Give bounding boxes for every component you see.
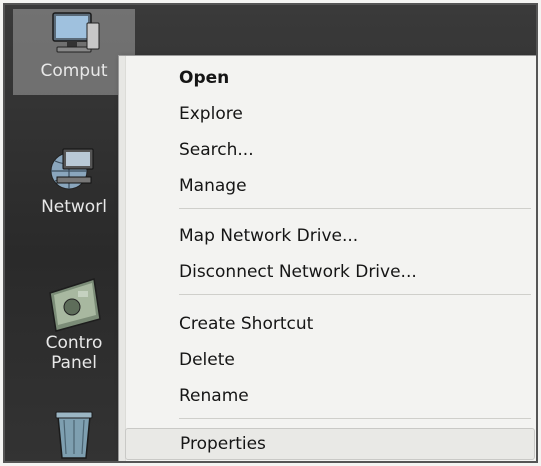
desktop-icon-computer-label: Comput	[40, 61, 108, 81]
menu-item-rename[interactable]: Rename	[125, 380, 535, 412]
menu-item-map-network-drive[interactable]: Map Network Drive...	[125, 220, 535, 252]
menu-item-search[interactable]: Search...	[125, 134, 535, 166]
control-panel-icon	[49, 278, 101, 332]
menu-separator	[179, 208, 531, 209]
menu-item-delete[interactable]: Delete	[125, 344, 535, 376]
menu-separator	[179, 294, 531, 295]
menu-item-explore[interactable]: Explore	[125, 98, 535, 130]
desktop-icon-computer[interactable]: Comput	[13, 9, 135, 95]
desktop-icon-recycle-bin[interactable]	[13, 410, 135, 460]
desktop-icon-network-label: Networl	[41, 197, 107, 217]
menu-item-manage[interactable]: Manage	[125, 170, 535, 202]
recycle-bin-icon	[55, 411, 93, 459]
desktop-icon-control-panel[interactable]: Contro Panel	[13, 275, 135, 385]
desktop-icon-network[interactable]: Networl	[13, 141, 135, 231]
desktop[interactable]: Comput Networl Contro Panel Open Explore…	[5, 5, 536, 461]
computer-icon	[52, 12, 100, 53]
menu-item-create-shortcut[interactable]: Create Shortcut	[125, 308, 535, 340]
screenshot-frame: Comput Networl Contro Panel Open Explore…	[3, 3, 538, 463]
menu-separator	[179, 418, 531, 419]
context-menu: Open Explore Search... Manage Map Networ…	[118, 55, 536, 461]
menu-item-properties[interactable]: Properties	[125, 428, 535, 460]
menu-item-disconnect-network-drive[interactable]: Disconnect Network Drive...	[125, 256, 535, 288]
desktop-icon-control-panel-label: Contro Panel	[45, 333, 103, 373]
menu-item-open[interactable]: Open	[125, 62, 535, 94]
network-icon	[50, 148, 94, 190]
